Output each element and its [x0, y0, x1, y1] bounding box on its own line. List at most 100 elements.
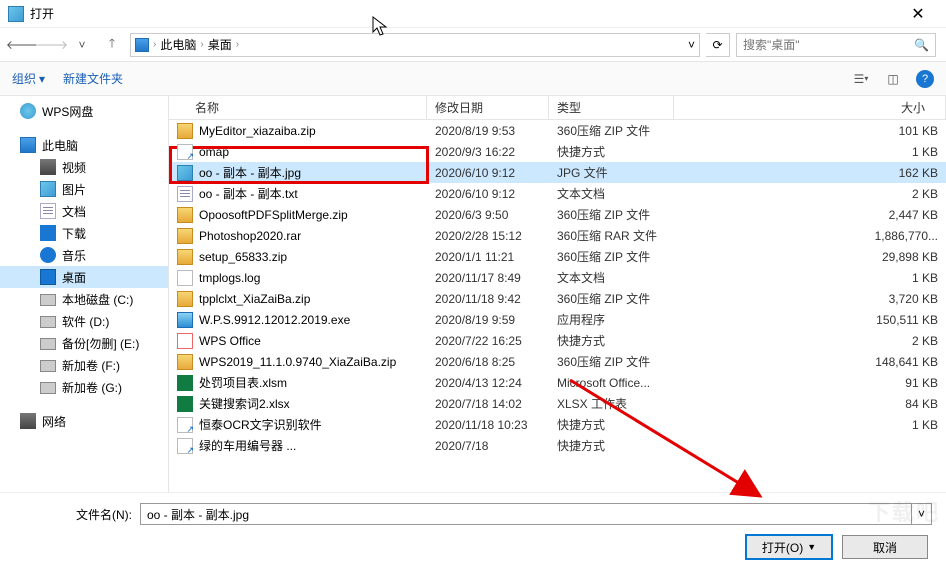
titlebar: 打开 ✕ [0, 0, 946, 28]
new-folder-button[interactable]: 新建文件夹 [63, 70, 123, 87]
sidebar-item[interactable]: 新加卷 (F:) [0, 354, 168, 376]
file-type: 快捷方式 [549, 332, 674, 349]
forward-button[interactable]: 🡒 [40, 33, 64, 57]
sidebar-item[interactable]: 文档 [0, 200, 168, 222]
search-box[interactable]: 🔍 [736, 33, 936, 57]
search-input[interactable] [743, 38, 914, 52]
sidebar-item[interactable]: 本地磁盘 (C:) [0, 288, 168, 310]
sidebar-item[interactable]: 音乐 [0, 244, 168, 266]
ic-download-icon [40, 225, 56, 241]
sidebar-item[interactable]: 桌面 [0, 266, 168, 288]
sidebar-item[interactable]: 网络 [0, 410, 168, 432]
file-name: W.P.S.9912.12012.2019.exe [199, 313, 350, 327]
col-size[interactable]: 大小 [674, 96, 946, 119]
file-row[interactable]: OpoosoftPDFSplitMerge.zip 2020/6/3 9:5036… [169, 204, 946, 225]
sidebar-item[interactable]: 备份[勿删] (E:) [0, 332, 168, 354]
file-row[interactable]: Photoshop2020.rar2020/2/28 15:12360压缩 RA… [169, 225, 946, 246]
sidebar-item-label: WPS网盘 [42, 103, 93, 120]
window-title: 打开 [30, 5, 898, 22]
breadcrumb-dropdown-icon[interactable]: ˅ [688, 38, 695, 52]
col-name[interactable]: 名称 [169, 96, 427, 119]
file-row[interactable]: oo - 副本 - 副本.jpg2020/6/10 9:12JPG 文件162 … [169, 162, 946, 183]
file-icon [177, 228, 193, 244]
file-row[interactable]: 关键搜索词2.xlsx2020/7/18 14:02XLSX 工作表84 KB [169, 393, 946, 414]
file-icon [177, 396, 193, 412]
sidebar-item-label: 此电脑 [42, 137, 78, 154]
file-row[interactable]: setup_65833.zip2020/1/1 11:21360压缩 ZIP 文… [169, 246, 946, 267]
filename-input[interactable] [140, 503, 912, 525]
preview-pane-button[interactable]: ◫ [884, 70, 902, 88]
crumb-desktop[interactable]: 桌面 [208, 36, 232, 53]
file-date: 2020/9/3 16:22 [427, 145, 549, 159]
sidebar-item[interactable]: WPS网盘 [0, 100, 168, 122]
file-icon [177, 354, 193, 370]
organize-menu[interactable]: 组织▾ [12, 70, 45, 87]
sidebar-item[interactable]: 下载 [0, 222, 168, 244]
search-icon[interactable]: 🔍 [914, 38, 929, 52]
file-type: 应用程序 [549, 311, 674, 328]
sidebar-item-label: 下载 [62, 225, 86, 242]
col-type[interactable]: 类型 [549, 96, 674, 119]
file-size: 3,720 KB [674, 292, 946, 306]
file-date: 2020/7/18 14:02 [427, 397, 549, 411]
sidebar-item-label: 本地磁盘 (C:) [62, 291, 133, 308]
file-name: OpoosoftPDFSplitMerge.zip [199, 208, 348, 222]
sidebar-item[interactable]: 图片 [0, 178, 168, 200]
close-button[interactable]: ✕ [898, 4, 938, 24]
sidebar-item[interactable]: 视频 [0, 156, 168, 178]
file-row[interactable]: MyEditor_xiazaiba.zip2020/8/19 9:53360压缩… [169, 120, 946, 141]
file-type: 360压缩 ZIP 文件 [549, 206, 674, 223]
file-size: 84 KB [674, 397, 946, 411]
file-row[interactable]: oo - 副本 - 副本.txt2020/6/10 9:12文本文档2 KB [169, 183, 946, 204]
ic-music-icon [40, 247, 56, 263]
file-row[interactable]: WPS Office2020/7/22 16:25快捷方式2 KB [169, 330, 946, 351]
file-date: 2020/8/19 9:53 [427, 124, 549, 138]
sidebar-item-label: 文档 [62, 203, 86, 220]
sidebar-item[interactable]: 此电脑 [0, 134, 168, 156]
open-button[interactable]: 打开(O)▼ [746, 535, 832, 559]
sidebar-item[interactable]: 软件 (D:) [0, 310, 168, 332]
file-date: 2020/11/18 10:23 [427, 418, 549, 432]
bottom-panel: 文件名(N): ˅ 打开(O)▼ 取消 [0, 492, 946, 569]
file-date: 2020/7/18 [427, 439, 549, 453]
file-date: 2020/7/22 16:25 [427, 334, 549, 348]
filename-label: 文件名(N): [14, 506, 132, 523]
sidebar-item-label: 备份[勿删] (E:) [62, 335, 139, 352]
file-row[interactable]: W.P.S.9912.12012.2019.exe2020/8/19 9:59应… [169, 309, 946, 330]
file-type: 360压缩 RAR 文件 [549, 227, 674, 244]
file-name: WPS Office [199, 334, 261, 348]
file-list[interactable]: MyEditor_xiazaiba.zip2020/8/19 9:53360压缩… [169, 120, 946, 492]
file-type: XLSX 工作表 [549, 395, 674, 412]
crumb-this-pc[interactable]: 此电脑 [160, 36, 196, 53]
up-button[interactable]: 🡑 [100, 33, 124, 57]
file-size: 1 KB [674, 271, 946, 285]
file-row[interactable]: 绿的车用编号器 ...2020/7/18快捷方式 [169, 435, 946, 456]
view-options-button[interactable]: ☰▾ [852, 70, 870, 88]
filename-dropdown[interactable]: ˅ [912, 503, 932, 525]
file-row[interactable]: tmplogs.log2020/11/17 8:49文本文档1 KB [169, 267, 946, 288]
sidebar-item-label: 软件 (D:) [62, 313, 109, 330]
col-date[interactable]: 修改日期 [427, 96, 549, 119]
file-name: setup_65833.zip [199, 250, 287, 264]
breadcrumb[interactable]: › 此电脑 › 桌面 › ˅ [130, 33, 700, 57]
sidebar-item[interactable]: 新加卷 (G:) [0, 376, 168, 398]
refresh-button[interactable]: ⟳ [706, 33, 730, 57]
file-type: 文本文档 [549, 185, 674, 202]
back-button[interactable]: 🡐 [10, 33, 34, 57]
recent-dropdown[interactable]: ˅ [70, 33, 94, 57]
file-row[interactable]: WPS2019_11.1.0.9740_XiaZaiBa.zip2020/6/1… [169, 351, 946, 372]
file-row[interactable]: 恒泰OCR文字识别软件2020/11/18 10:23快捷方式1 KB [169, 414, 946, 435]
help-button[interactable]: ? [916, 70, 934, 88]
file-type: Microsoft Office... [549, 376, 674, 390]
ic-desktop-icon [40, 269, 56, 285]
file-row[interactable]: 处罚项目表.xlsm2020/4/13 12:24Microsoft Offic… [169, 372, 946, 393]
cancel-button[interactable]: 取消 [842, 535, 928, 559]
sidebar-item-label: 桌面 [62, 269, 86, 286]
file-date: 2020/6/3 9:50 [427, 208, 549, 222]
file-row[interactable]: tpplclxt_XiaZaiBa.zip2020/11/18 9:42360压… [169, 288, 946, 309]
file-row[interactable]: omap2020/9/3 16:22快捷方式1 KB [169, 141, 946, 162]
file-size: 1,886,770... [674, 229, 946, 243]
file-size: 162 KB [674, 166, 946, 180]
file-name: 处罚项目表.xlsm [199, 374, 287, 391]
file-date: 2020/2/28 15:12 [427, 229, 549, 243]
